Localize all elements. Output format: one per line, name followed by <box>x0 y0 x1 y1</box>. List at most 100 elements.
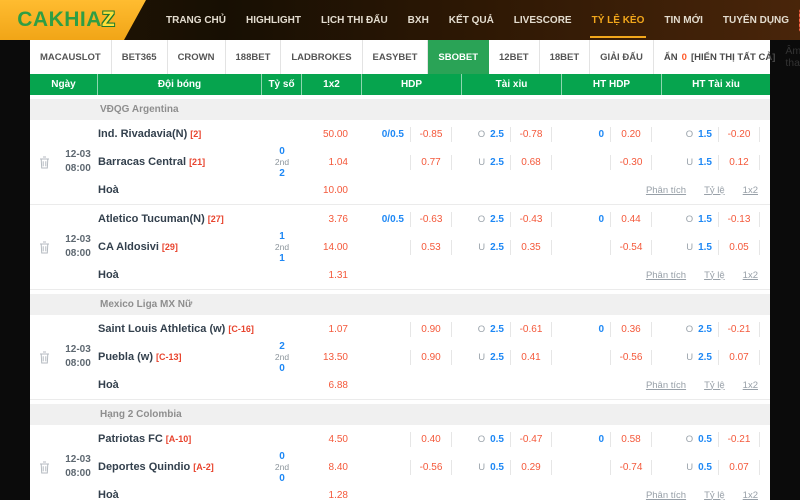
odds-ht-hdp-home[interactable]: 0 0.44 <box>562 205 662 233</box>
odds-under[interactable]: U 2.5 0.68 <box>462 148 562 176</box>
odds-1x2-away[interactable]: 13.50 <box>302 343 362 371</box>
odds-1x2-draw[interactable]: 1.31 <box>302 261 362 289</box>
hidden-matches-note[interactable]: ẨN 0 [HIỂN THỊ TẤT CẢ] <box>654 40 785 74</box>
delete-match-button[interactable] <box>30 315 58 399</box>
analysis-link[interactable]: Phân tích <box>646 380 686 391</box>
odds-ht-over[interactable]: O 1.5 -0.13 <box>662 205 770 233</box>
odds-ht-under[interactable]: U 2.5 0.07 <box>662 343 770 371</box>
away-team[interactable]: CA Aldosivi [29] <box>98 233 262 261</box>
odds-1x2-home[interactable]: 1.07 <box>302 315 362 343</box>
away-team[interactable]: Deportes Quindio [A-2] <box>98 453 262 481</box>
1x2-link[interactable]: 1x2 <box>743 380 758 391</box>
bookmaker-tab[interactable]: 18BET <box>540 40 591 74</box>
1x2-link[interactable]: 1x2 <box>743 490 758 500</box>
odds-ht-under[interactable]: U 0.5 0.07 <box>662 453 770 481</box>
odds-ht-under[interactable]: U 1.5 0.12 <box>662 148 770 176</box>
odds-1x2-home[interactable]: 3.76 <box>302 205 362 233</box>
home-team[interactable]: Atletico Tucuman(N) [27] <box>98 205 262 233</box>
delete-match-button[interactable] <box>30 425 58 500</box>
odds-ht-over[interactable]: O 1.5 -0.20 <box>662 120 770 148</box>
nav-item[interactable]: TỶ LỆ KÈO <box>582 0 655 40</box>
odds-ht-hdp-home[interactable]: 0 0.58 <box>562 425 662 453</box>
nav-item[interactable]: BXH <box>398 0 439 40</box>
rate-link[interactable]: Tỷ lệ <box>704 380 725 391</box>
ht-ou-line: 1.5 <box>698 213 712 225</box>
bookmaker-tab[interactable]: EASYBET <box>363 40 429 74</box>
ht-ou-line: 1.5 <box>698 156 712 168</box>
1x2-link[interactable]: 1x2 <box>743 185 758 196</box>
nav-item[interactable]: TRANG CHỦ <box>156 0 236 40</box>
bookmaker-tab[interactable]: SBOBET <box>428 40 490 74</box>
odds-under[interactable]: U 0.5 0.29 <box>462 453 562 481</box>
bookmaker-tab[interactable]: CROWN <box>168 40 226 74</box>
odds-hdp-away[interactable]: 0.90 <box>362 343 462 371</box>
nav-item[interactable]: LIVESCORE <box>504 0 582 40</box>
bookmaker-tab[interactable]: MACAUSLOT <box>30 40 112 74</box>
odds-hdp-home[interactable]: 0/0.5 -0.63 <box>362 205 462 233</box>
away-score: 0 <box>279 362 285 374</box>
odds-over[interactable]: O 2.5 -0.43 <box>462 205 562 233</box>
nav-item[interactable]: KẾT QUẢ <box>439 0 504 40</box>
trash-icon <box>39 461 49 473</box>
match-datetime: 12-03 08:00 <box>58 315 98 399</box>
rate-link[interactable]: Tỷ lệ <box>704 270 725 281</box>
odds-hdp-away[interactable]: 0.77 <box>362 148 462 176</box>
bookmaker-tab[interactable]: BET365 <box>112 40 168 74</box>
odds-ht-over[interactable]: O 0.5 -0.21 <box>662 425 770 453</box>
analysis-link[interactable]: Phân tích <box>646 185 686 196</box>
analysis-link[interactable]: Phân tích <box>646 490 686 500</box>
odds-over[interactable]: O 2.5 -0.61 <box>462 315 562 343</box>
odds-ht-hdp-away[interactable]: -0.56 <box>562 343 662 371</box>
odds-under[interactable]: U 2.5 0.41 <box>462 343 562 371</box>
odds-ht-hdp-away[interactable]: -0.54 <box>562 233 662 261</box>
odds-over[interactable]: O 2.5 -0.78 <box>462 120 562 148</box>
odds-1x2-draw[interactable]: 10.00 <box>302 176 362 204</box>
rate-link[interactable]: Tỷ lệ <box>704 185 725 196</box>
odds-1x2-home[interactable]: 4.50 <box>302 425 362 453</box>
odds-1x2-home[interactable]: 50.00 <box>302 120 362 148</box>
odds-under[interactable]: U 2.5 0.35 <box>462 233 562 261</box>
app-logo[interactable]: CAKHIA Z <box>0 0 146 40</box>
ht-over-price: -0.13 <box>718 211 760 227</box>
nav-item[interactable]: LỊCH THI ĐẤU <box>311 0 398 40</box>
nav-item[interactable]: TIN MỚI <box>654 0 713 40</box>
under-label: U <box>478 461 486 473</box>
delete-match-button[interactable] <box>30 205 58 289</box>
odds-hdp-home[interactable]: 0.90 <box>362 315 462 343</box>
odds-hdp-home[interactable]: 0/0.5 -0.85 <box>362 120 462 148</box>
analysis-link[interactable]: Phân tích <box>646 270 686 281</box>
odds-1x2-away[interactable]: 8.40 <box>302 453 362 481</box>
odds-ht-hdp-home[interactable]: 0 0.36 <box>562 315 662 343</box>
bookmaker-tab[interactable]: 12BET <box>489 40 540 74</box>
1x2-link[interactable]: 1x2 <box>743 270 758 281</box>
odds-1x2-draw[interactable]: 6.88 <box>302 371 362 399</box>
delete-match-button[interactable] <box>30 120 58 204</box>
home-team[interactable]: Saint Louis Athletica (w) [C-16] <box>98 315 262 343</box>
away-team[interactable]: Barracas Central [21] <box>98 148 262 176</box>
odds-1x2-draw[interactable]: 1.28 <box>302 481 362 500</box>
odds-ht-hdp-away[interactable]: -0.30 <box>562 148 662 176</box>
rate-link[interactable]: Tỷ lệ <box>704 490 725 500</box>
nav-item[interactable]: HIGHLIGHT <box>236 0 311 40</box>
odds-ht-hdp-home[interactable]: 0 0.20 <box>562 120 662 148</box>
bookmaker-tab[interactable]: 188BET <box>226 40 282 74</box>
odds-ht-under[interactable]: U 1.5 0.05 <box>662 233 770 261</box>
odds-ht-over[interactable]: O 2.5 -0.21 <box>662 315 770 343</box>
home-team[interactable]: Ind. Rivadavia(N) [2] <box>98 120 262 148</box>
odds-1x2-away[interactable]: 1.04 <box>302 148 362 176</box>
col-header-ht-hdp: HT HDP <box>562 74 662 95</box>
away-team[interactable]: Puebla (w) [C-13] <box>98 343 262 371</box>
page: CAKHIA Z TRANG CHỦ HIGHLIGHT LỊCH THI ĐẤ… <box>0 0 800 500</box>
bookmaker-tab[interactable]: GIẢI ĐẤU <box>590 40 654 74</box>
nav-item[interactable]: TUYỂN DỤNG <box>713 0 799 40</box>
odds-hdp-away[interactable]: 0.53 <box>362 233 462 261</box>
odds-hdp-away[interactable]: -0.56 <box>362 453 462 481</box>
bookmaker-tab[interactable]: LADBROKES <box>281 40 363 74</box>
hdp-line: 0/0.5 <box>381 213 404 225</box>
odds-1x2-away[interactable]: 14.00 <box>302 233 362 261</box>
league-title: Mexico Liga MX Nữ <box>100 299 193 310</box>
odds-ht-hdp-away[interactable]: -0.74 <box>562 453 662 481</box>
odds-hdp-home[interactable]: 0.40 <box>362 425 462 453</box>
odds-over[interactable]: O 0.5 -0.47 <box>462 425 562 453</box>
home-team[interactable]: Patriotas FC [A-10] <box>98 425 262 453</box>
